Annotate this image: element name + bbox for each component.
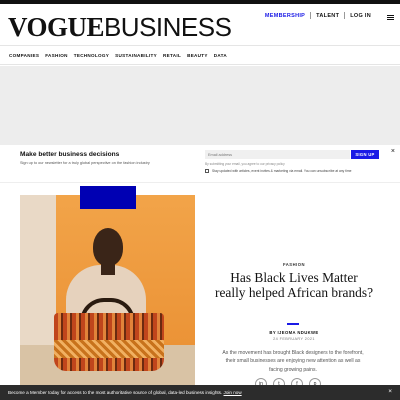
header-links: MEMBERSHIP TALENT LOG IN	[260, 12, 376, 19]
marketing-checkbox[interactable]	[205, 169, 209, 173]
logo-business: BUSINESS	[103, 12, 232, 42]
newsletter-title: Make better business decisions	[20, 151, 120, 158]
vogue-business-logo[interactable]: VOGUEBUSINESS	[8, 12, 232, 42]
nav-item-data[interactable]: DATA	[214, 53, 227, 58]
article-headline: Has Black Lives Matter really helped Afr…	[215, 270, 374, 300]
membership-bar-message: Become a Member today for access to the …	[8, 390, 223, 395]
article-category[interactable]: FASHION	[210, 262, 378, 267]
close-icon[interactable]: ×	[388, 388, 392, 395]
email-field[interactable]	[205, 150, 350, 159]
newsletter-legal: By submitting your email, you agree to o…	[205, 162, 285, 166]
checkbox-label: Stay updated with articles, event invite…	[212, 169, 352, 173]
close-icon[interactable]: ×	[391, 148, 395, 155]
membership-bar-text: Become a Member today for access to the …	[8, 390, 242, 395]
nav-item-fashion[interactable]: FASHION	[45, 53, 68, 58]
hamburger-menu-icon[interactable]	[387, 15, 394, 20]
hero-image	[20, 195, 195, 390]
membership-link[interactable]: MEMBERSHIP	[260, 13, 310, 19]
article-byline[interactable]: BY IJEOMA NDUKWE	[210, 330, 378, 335]
nav-item-companies[interactable]: COMPANIES	[9, 53, 39, 58]
logo-vogue: VOGUE	[8, 12, 104, 42]
ad-placeholder	[0, 66, 400, 145]
join-now-link[interactable]: Join now	[224, 390, 242, 395]
talent-link[interactable]: TALENT	[311, 13, 344, 19]
nav-item-technology[interactable]: TECHNOLOGY	[74, 53, 109, 58]
site-header: VOGUEBUSINESS MEMBERSHIP TALENT LOG IN	[0, 4, 400, 46]
nav-item-beauty[interactable]: BEAUTY	[187, 53, 208, 58]
article-date: 24 FEBRUARY 2021	[273, 337, 315, 341]
article-dek: As the movement has brought Black design…	[222, 350, 364, 373]
hero-overlay-block	[80, 186, 136, 209]
main-nav: COMPANIES FASHION TECHNOLOGY SUSTAINABIL…	[0, 47, 400, 65]
sign-up-button[interactable]: SIGN UP	[351, 150, 379, 159]
newsletter-subtitle: Sign up to our newsletter for a truly gl…	[20, 161, 150, 165]
nav-item-sustainability[interactable]: SUSTAINABILITY	[115, 53, 157, 58]
nav-item-retail[interactable]: RETAIL	[163, 53, 181, 58]
headline-rule	[287, 323, 299, 325]
login-link[interactable]: LOG IN	[345, 13, 376, 19]
